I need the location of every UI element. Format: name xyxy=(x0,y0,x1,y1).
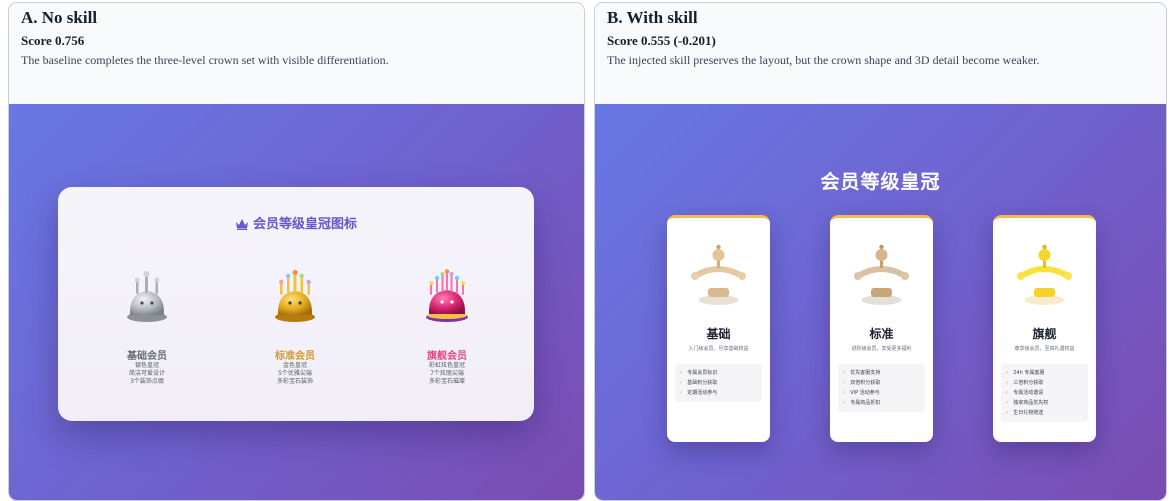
tier-line: 多彩宝石璀璨 xyxy=(428,378,465,385)
page-heading: 会员等级皇冠 xyxy=(820,171,941,193)
check-icon: ✓ xyxy=(842,370,847,376)
standard-crown-icon xyxy=(854,244,909,305)
panel-a-screenshot: 会员等级皇冠图标 基础会员 银色皇冠 简洁可爱设计 3个装饰点缀 标准会员 金色… xyxy=(9,104,584,500)
tier-line: 3个装饰点缀 xyxy=(130,378,164,385)
tier-name: 基础会员 xyxy=(127,351,167,362)
feature-item: ✓ VIP 活动参与 xyxy=(842,390,880,396)
panel-b-screenshot: 会员等级皇冠 基础 入门级会员，尽享基础权益 ✓ 专属会员标识 ✓ 基础积分获取 ✓… xyxy=(595,104,1166,500)
gold-crown-icon xyxy=(275,269,315,322)
tier-name: 标准会员 xyxy=(275,351,315,362)
feature-item: ✓ 双倍积分获取 xyxy=(842,380,881,386)
panel-a-description: The baseline completes the three-level c… xyxy=(21,53,389,67)
tier-card-standard: 标准 进阶级会员，享受更多福利 ✓ 优先客服支持 ✓ 双倍积分获取 ✓ VIP 活动参… xyxy=(830,215,933,442)
panel-a-score: Score 0.756 xyxy=(21,33,85,48)
feature-item: ✓ 专属商品折扣 xyxy=(842,400,881,406)
card-title: 会员等级皇冠图标 xyxy=(58,213,534,234)
feature-item: ✓ 基础积分获取 xyxy=(679,380,718,386)
panel-b-description: The injected skill preserves the layout,… xyxy=(607,53,1040,67)
tier-flagship: 旗舰会员 彩虹炫色皇冠 7个炫丽尖端 多彩宝石璀璨 xyxy=(397,269,497,386)
tier-card-flagship: 旗舰 尊享级会员，至高礼遇权益 ✓ 24h 专属客服 ✓ 三倍积分获取 ✓ 专属活动邀… xyxy=(993,215,1096,442)
tier-basic: 基础会员 银色皇冠 简洁可爱设计 3个装饰点缀 xyxy=(97,269,197,386)
crown-icon-card: 会员等级皇冠图标 基础会员 银色皇冠 简洁可爱设计 3个装饰点缀 标准会员 金色… xyxy=(58,187,534,421)
check-icon: ✓ xyxy=(842,380,847,386)
tier-line: 多彩宝石装饰 xyxy=(276,378,313,385)
check-icon: ✓ xyxy=(1005,410,1010,416)
check-icon: ✓ xyxy=(679,390,684,396)
crown-icon xyxy=(235,218,249,234)
check-icon: ✓ xyxy=(1005,400,1010,406)
panel-b-header: B. With skill Score 0.555 (-0.201) The i… xyxy=(595,3,1166,104)
panel-a-header: A. No skill Score 0.756 The baseline com… xyxy=(9,3,584,104)
tier-name: 标准 xyxy=(869,327,894,341)
tier-name: 旗舰会员 xyxy=(427,351,467,362)
feature-item: ✓ 定期活动参与 xyxy=(679,390,718,396)
tier-name: 基础 xyxy=(706,327,731,341)
tier-line: 简洁可爱设计 xyxy=(128,370,165,377)
silver-crown-icon xyxy=(127,271,167,322)
tier-name: 旗舰 xyxy=(1032,327,1057,341)
tier-line: 5个优雅尖端 xyxy=(278,370,312,377)
tier-description: 进阶级会员，享受更多福利 xyxy=(851,346,912,352)
panel-b-title: B. With skill xyxy=(607,8,698,27)
feature-list: ✓ 优先客服支持 ✓ 双倍积分获取 ✓ VIP 活动参与 ✓ 专属商品折扣 xyxy=(838,364,925,412)
panel-b-score: Score 0.555 (-0.201) xyxy=(607,33,716,48)
tier-line: 彩虹炫色皇冠 xyxy=(428,362,465,369)
feature-item: ✓ 三倍积分获取 xyxy=(1005,380,1044,386)
check-icon: ✓ xyxy=(1005,390,1010,396)
check-icon: ✓ xyxy=(679,370,684,376)
feature-item: ✓ 独家商品优先权 xyxy=(1005,400,1049,406)
tier-description: 尊享级会员，至高礼遇权益 xyxy=(1014,346,1075,352)
flagship-crown-icon xyxy=(1017,244,1072,305)
tier-line: 7个炫丽尖端 xyxy=(430,370,464,377)
panel-a-title: A. No skill xyxy=(21,8,98,27)
feature-item: ✓ 生日礼物赠送 xyxy=(1005,410,1044,416)
tier-card-basic: 基础 入门级会员，尽享基础权益 ✓ 专属会员标识 ✓ 基础积分获取 ✓ 定期活动参与 xyxy=(667,215,770,442)
rainbow-crown-icon xyxy=(426,269,468,322)
check-icon: ✓ xyxy=(1005,380,1010,386)
tier-line: 银色皇冠 xyxy=(134,362,159,369)
check-icon: ✓ xyxy=(842,390,847,396)
check-icon: ✓ xyxy=(842,400,847,406)
feature-item: ✓ 优先客服支持 xyxy=(842,370,881,376)
check-icon: ✓ xyxy=(1005,370,1010,376)
basic-crown-icon xyxy=(691,244,746,305)
feature-item: ✓ 24h 专属客服 xyxy=(1005,370,1045,376)
tier-line: 金色皇冠 xyxy=(282,362,307,369)
feature-list: ✓ 24h 专属客服 ✓ 三倍积分获取 ✓ 专属活动邀请 ✓ 独家商品优先权 ✓ 生日礼物… xyxy=(1001,364,1088,422)
check-icon: ✓ xyxy=(679,380,684,386)
tier-description: 入门级会员，尽享基础权益 xyxy=(688,346,749,352)
feature-item: ✓ 专属活动邀请 xyxy=(1005,390,1044,396)
card-title-text: 会员等级皇冠图标 xyxy=(252,217,357,232)
feature-item: ✓ 专属会员标识 xyxy=(679,370,718,376)
panel-b-with-skill: B. With skill Score 0.555 (-0.201) The i… xyxy=(594,2,1167,501)
panel-a-no-skill: A. No skill Score 0.756 The baseline com… xyxy=(8,2,585,501)
feature-list: ✓ 专属会员标识 ✓ 基础积分获取 ✓ 定期活动参与 xyxy=(675,364,762,402)
tier-standard: 标准会员 金色皇冠 5个优雅尖端 多彩宝石装饰 xyxy=(245,269,345,386)
